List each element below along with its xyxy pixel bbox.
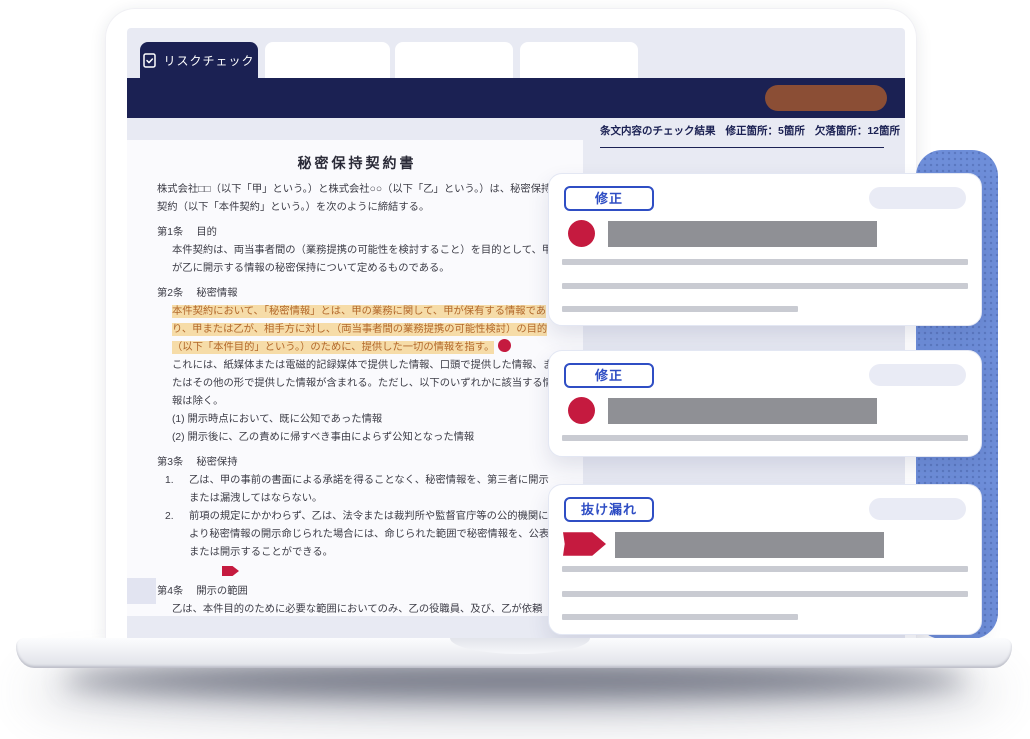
article-1: 第1条 目的 本件契約は、両当事者間の（業務提携の可能性を検討すること）を目的と…	[157, 224, 557, 278]
article-2-item-1: (1) 開示時点において、既に公知であった情報	[172, 411, 557, 429]
text-placeholder-bar	[562, 566, 968, 572]
article-1-name: 目的	[196, 224, 217, 242]
text-placeholder-bar	[562, 306, 798, 312]
document-panel[interactable]: 秘密保持契約書 株式会社□□（以下「甲」という。）と株式会社○○（以下「乙」とい…	[127, 140, 583, 616]
check-card-omission[interactable]: 抜け漏れ	[548, 484, 982, 635]
correction-marker-dot	[568, 397, 595, 424]
check-card-correction-2[interactable]: 修正	[548, 350, 982, 457]
article-3-item-1: 1. 乙は、甲の事前の書面による承諾を得ることなく、秘密情報を、第三者に開示また…	[165, 472, 557, 508]
article-2-item-2: (2) 開示後に、乙の責めに帰すべき事由によらず公知となった情報	[172, 429, 557, 447]
article-4-number: 第4条	[157, 583, 183, 601]
tab-risk-check[interactable]: リスクチェック	[140, 42, 258, 78]
header-action-button[interactable]	[765, 85, 887, 111]
article-1-number: 第1条	[157, 224, 183, 242]
omission-marker-tag	[222, 566, 239, 576]
page-thumbnail-placeholder	[127, 578, 156, 604]
article-2: 第2条 秘密情報 本件契約において、「秘密情報」とは、甲の業務に関して、甲が保有…	[157, 285, 557, 447]
tab-placeholder-2[interactable]	[395, 42, 513, 78]
article-3-item-2: 2. 前項の規定にかかわらず、乙は、法令または裁判所や監督官庁等の公的機関により…	[165, 508, 557, 562]
check-results-title: 条文内容のチェック結果	[600, 123, 716, 138]
card-button-placeholder[interactable]	[869, 364, 966, 386]
article-1-body: 本件契約は、両当事者間の（業務提携の可能性を検討すること）を目的として、甲が乙に…	[172, 242, 557, 278]
text-placeholder-bar	[562, 435, 968, 441]
correction-marker-dot	[568, 220, 595, 247]
article-2-number: 第2条	[157, 285, 183, 303]
article-4-body: 乙は、本件目的のために必要な範囲においてのみ、乙の役職員、及び、乙が依頼	[172, 601, 557, 616]
corrections-count: 修正箇所：5箇所	[726, 123, 805, 138]
heading-placeholder-bar	[608, 398, 877, 424]
omissions-count: 欠落箇所：12箇所	[815, 123, 900, 138]
laptop-base	[16, 638, 1012, 668]
omission-marker-tag	[563, 530, 606, 558]
check-card-correction-1[interactable]: 修正	[548, 173, 982, 326]
article-2-highlighted-clause: 本件契約において、「秘密情報」とは、甲の業務に関して、甲が保有する情報であり、甲…	[172, 303, 557, 357]
correction-badge: 修正	[564, 186, 654, 211]
article-2-body: これには、紙媒体または電磁的記録媒体で提供した情報、口頭で提供した情報、またはそ…	[172, 357, 557, 411]
text-placeholder-bar	[562, 259, 968, 265]
check-results-bar: 条文内容のチェック結果 修正箇所：5箇所 欠落箇所：12箇所	[600, 123, 884, 148]
tab-risk-check-label: リスクチェック	[163, 52, 254, 69]
article-2-name: 秘密情報	[196, 285, 237, 303]
document-intro: 株式会社□□（以下「甲」という。）と株式会社○○（以下「乙」という。）は、秘密保…	[157, 181, 557, 217]
article-3-item-1-text: 乙は、甲の事前の書面による承諾を得ることなく、秘密情報を、第三者に開示または漏洩…	[189, 472, 557, 508]
correction-badge: 修正	[564, 363, 654, 388]
correction-marker-dot	[498, 339, 511, 352]
article-3: 第3条 秘密保持 1. 乙は、甲の事前の書面による承諾を得ることなく、秘密情報を…	[157, 454, 557, 576]
article-3-item-2-text: 前項の規定にかかわらず、乙は、法令または裁判所や監督官庁等の公的機関により秘密情…	[189, 508, 557, 562]
card-button-placeholder[interactable]	[869, 187, 966, 209]
text-placeholder-bar	[562, 283, 968, 289]
tab-placeholder-3[interactable]	[520, 42, 638, 78]
laptop-hinge-notch	[450, 638, 590, 654]
article-3-name: 秘密保持	[196, 454, 237, 472]
article-4: 第4条 開示の範囲 乙は、本件目的のために必要な範囲においてのみ、乙の役職員、及…	[157, 583, 557, 616]
document-title: 秘密保持契約書	[157, 154, 557, 172]
article-3-item-2-number: 2.	[165, 508, 189, 562]
document-check-icon	[143, 53, 156, 68]
heading-placeholder-bar	[608, 221, 877, 247]
article-3-number: 第3条	[157, 454, 183, 472]
highlighted-text: 本件契約において、「秘密情報」とは、甲の業務に関して、甲が保有する情報であり、甲…	[172, 305, 547, 354]
text-placeholder-bar	[562, 591, 968, 597]
text-placeholder-bar	[562, 614, 798, 620]
article-3-item-1-number: 1.	[165, 472, 189, 508]
heading-placeholder-bar	[615, 532, 884, 558]
omission-badge: 抜け漏れ	[564, 497, 654, 522]
article-4-name: 開示の範囲	[196, 583, 247, 601]
tab-placeholder-1[interactable]	[265, 42, 390, 78]
card-button-placeholder[interactable]	[869, 498, 966, 520]
